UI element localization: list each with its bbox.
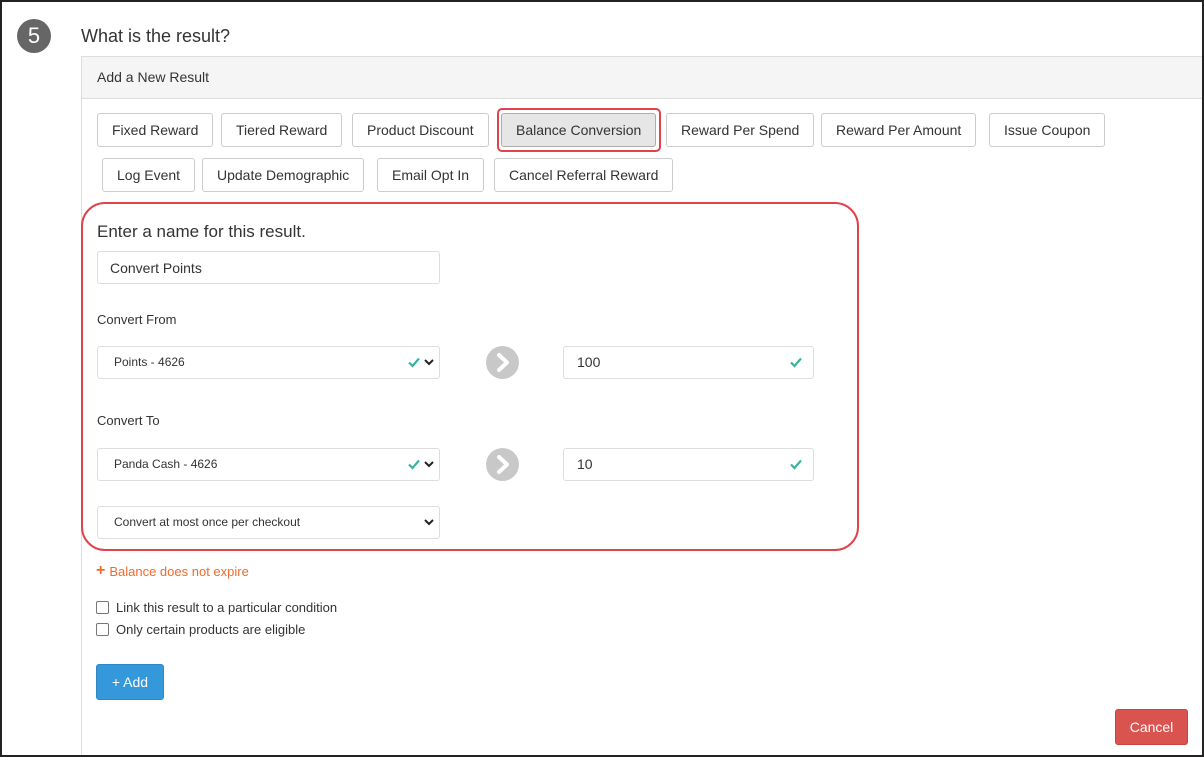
link-condition-label: Link this result to a particular conditi… [116,600,338,615]
link-condition-option[interactable]: Link this result to a particular conditi… [96,600,337,615]
convert-to-select[interactable]: Panda Cash - 4626 [97,448,440,481]
products-eligible-checkbox[interactable] [96,623,109,636]
step-number-badge: 5 [17,19,51,53]
arrow-right-icon [486,448,519,481]
convert-from-select[interactable]: Points - 4626 [97,346,440,379]
conversion-frequency-value: Convert at most once per checkout [114,515,301,529]
conversion-frequency-select[interactable]: Convert at most once per checkout [97,506,440,539]
valid-check-icon [790,357,802,368]
balance-conversion-button[interactable]: Balance Conversion [501,113,657,147]
chevron-down-icon [424,359,434,366]
email-opt-in-button[interactable]: Email Opt In [377,158,485,192]
reward-per-amount-button[interactable]: Reward Per Amount [821,113,977,147]
arrow-right-icon [486,346,519,379]
convert-from-amount-input[interactable]: 100 [563,346,814,379]
convert-from-amount-value: 100 [577,354,601,370]
valid-check-icon [408,357,420,368]
fixed-reward-button[interactable]: Fixed Reward [97,113,214,147]
reward-per-spend-button[interactable]: Reward Per Spend [666,113,815,147]
valid-check-icon [408,459,420,470]
convert-from-label: Convert From [97,312,177,327]
result-name-input[interactable] [97,251,440,284]
plus-icon: + [96,562,106,579]
panel-header: Add a New Result [82,57,1204,99]
products-eligible-option[interactable]: Only certain products are eligible [96,622,305,637]
issue-coupon-button[interactable]: Issue Coupon [989,113,1106,147]
valid-check-icon [790,459,802,470]
convert-to-label: Convert To [97,413,160,428]
tiered-reward-button[interactable]: Tiered Reward [221,113,343,147]
balance-expire-text: Balance does not expire [109,563,249,579]
step-question: What is the result? [81,26,231,46]
add-button[interactable]: + Add [96,664,164,700]
link-condition-checkbox[interactable] [96,601,109,614]
cancel-referral-reward-button[interactable]: Cancel Referral Reward [494,158,674,192]
convert-to-amount-value: 10 [577,456,593,472]
balance-expire-link[interactable]: + Balance does not expire [96,563,249,579]
update-demographic-button[interactable]: Update Demographic [202,158,365,192]
chevron-down-icon [424,461,434,468]
chevron-down-icon [424,519,434,526]
convert-to-select-value: Panda Cash - 4626 [114,457,218,471]
convert-to-amount-input[interactable]: 10 [563,448,814,481]
product-discount-button[interactable]: Product Discount [352,113,489,147]
log-event-button[interactable]: Log Event [102,158,196,192]
products-eligible-label: Only certain products are eligible [116,622,306,637]
result-name-label: Enter a name for this result. [97,222,306,241]
convert-from-select-value: Points - 4626 [114,355,185,369]
cancel-button[interactable]: Cancel [1115,709,1188,745]
